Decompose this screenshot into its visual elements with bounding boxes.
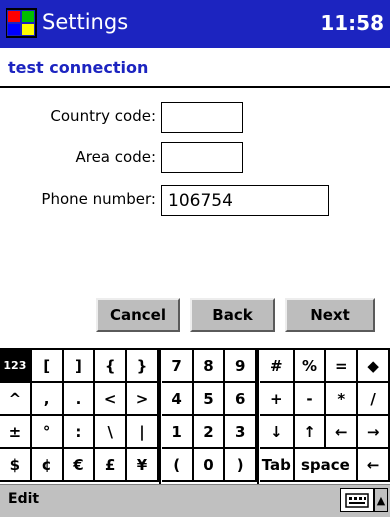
key-1-r2c5[interactable]: 1 (161, 416, 194, 449)
edit-menu[interactable]: Edit (8, 491, 39, 507)
key--r1c8[interactable]: + (260, 383, 295, 416)
title-bar: Settings 11:58 (0, 0, 390, 48)
key--r1c10[interactable]: * (326, 383, 359, 416)
window-title: Settings (42, 10, 129, 34)
key--r0c3[interactable]: { (95, 350, 128, 383)
key--r1c3[interactable]: < (95, 383, 128, 416)
key-8-r0c6[interactable]: 8 (193, 350, 226, 383)
keyboard-icon[interactable] (340, 488, 374, 512)
key--r0c10[interactable]: = (326, 350, 359, 383)
key-9-r0c7[interactable]: 9 (225, 350, 258, 383)
soft-keyboard: 123[]{} 7 8 9 #% = ◆ ^,. < >4 5 6 + - * / ± °: \ | 1 2 3 ↓ ↑ ← → $ ¢… (0, 348, 390, 484)
key--r2c4[interactable]: | (127, 416, 159, 449)
phone-number-label: Phone number: (41, 190, 156, 208)
key--r2c8[interactable]: ↓ (260, 416, 295, 449)
key--r3c10[interactable]: ← (358, 449, 390, 482)
key--r0c4[interactable]: } (127, 350, 159, 383)
key--r3c5[interactable]: ( (161, 449, 194, 482)
country-code-label: Country code: (50, 107, 156, 125)
key--r1c2[interactable]: . (63, 383, 96, 416)
key--r2c0[interactable]: ± (0, 416, 32, 449)
key--r3c4[interactable]: ¥ (127, 449, 159, 482)
key--r3c2[interactable]: € (63, 449, 96, 482)
key--r2c11[interactable]: → (358, 416, 390, 449)
key-space-r3c9[interactable]: space (294, 449, 359, 482)
key--r2c3[interactable]: \ (95, 416, 128, 449)
clock[interactable]: 11:58 (320, 11, 384, 35)
key--r1c0[interactable]: ^ (0, 383, 32, 416)
key--r0c1[interactable]: [ (31, 350, 64, 383)
key--r0c2[interactable]: ] (63, 350, 96, 383)
key--r1c4[interactable]: > (127, 383, 159, 416)
key-6-r1c7[interactable]: 6 (225, 383, 258, 416)
key--r1c1[interactable]: , (31, 383, 64, 416)
key-3-r2c7[interactable]: 3 (225, 416, 258, 449)
key-backspace-r0c11[interactable]: ◆ (358, 350, 390, 383)
key-2-r2c6[interactable]: 2 (193, 416, 226, 449)
arrow-up-icon[interactable]: ▲ (374, 488, 388, 512)
cancel-button[interactable]: Cancel (96, 298, 180, 332)
phone-number-input[interactable] (161, 185, 329, 216)
keyboard-group-divider (158, 350, 161, 484)
next-button[interactable]: Next (285, 298, 375, 332)
key--r3c1[interactable]: ¢ (31, 449, 64, 482)
menu-bar: Edit ▲ (0, 484, 390, 517)
key--r1c11[interactable]: / (358, 383, 390, 416)
key--r2c10[interactable]: ← (326, 416, 359, 449)
key--r3c3[interactable]: £ (95, 449, 128, 482)
key--r0c9[interactable]: % (294, 350, 327, 383)
back-button[interactable]: Back (190, 298, 275, 332)
area-code-label: Area code: (75, 148, 156, 166)
key--r2c1[interactable]: ° (31, 416, 64, 449)
keyboard-group-divider (257, 350, 260, 484)
key-5-r1c6[interactable]: 5 (193, 383, 226, 416)
country-code-input[interactable] (161, 102, 243, 133)
area-code-input[interactable] (161, 142, 243, 173)
key-7-r0c5[interactable]: 7 (161, 350, 194, 383)
key-4-r1c5[interactable]: 4 (161, 383, 194, 416)
key-0-r3c6[interactable]: 0 (193, 449, 226, 482)
key--r3c7[interactable]: ) (225, 449, 258, 482)
key--r3c0[interactable]: $ (0, 449, 32, 482)
windows-flag-icon[interactable] (5, 8, 38, 38)
key--r2c2[interactable]: : (63, 416, 96, 449)
key--r1c9[interactable]: - (294, 383, 327, 416)
divider (0, 86, 390, 88)
key-tab-r3c8[interactable]: Tab (260, 449, 295, 482)
page-subtitle: test connection (8, 58, 149, 77)
key-123-r0c0[interactable]: 123 (0, 350, 32, 383)
key--r2c9[interactable]: ↑ (294, 416, 327, 449)
key--r0c8[interactable]: # (260, 350, 295, 383)
